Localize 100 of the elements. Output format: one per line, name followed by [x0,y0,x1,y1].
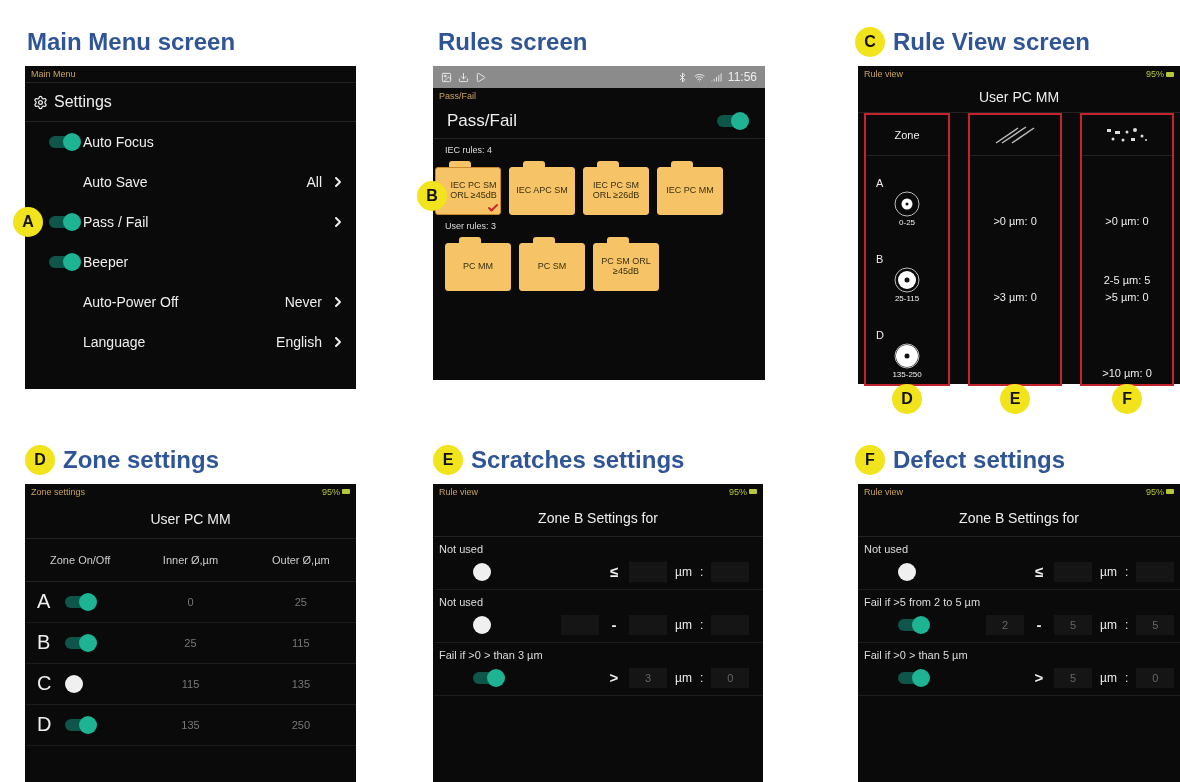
toggle-switch[interactable] [49,256,79,268]
callout-marker: D [25,444,55,475]
battery-level: 95% [729,486,757,497]
unit-label: µm [1100,670,1117,685]
column-header: Outer Ø,µm [272,553,330,566]
rule-description: Fail if >0 > than 5 µm [863,647,969,661]
zone-ring-icon [894,343,921,369]
battery-level: 95% [1146,69,1174,79]
section-heading: Zone settings [63,445,219,474]
unit-label: µm [675,564,692,579]
operator-sign: ≤ [1033,563,1045,581]
settings-icon [33,94,48,110]
column-header: Zone [894,129,920,141]
pass-fail-header: Pass/Fail [447,111,517,131]
screen-title: Rule view [864,69,903,79]
screen-title: Rule view [439,486,478,497]
toggle-switch[interactable] [49,136,79,148]
separator: : [1124,564,1129,579]
rule-description: Not used [438,541,485,555]
separator: : [699,617,704,632]
zone-range: 135-250 [892,369,922,381]
screen-title: Main Menu [31,69,76,79]
inner-diameter: 135 [181,718,200,731]
zone-range: 0-25 [899,217,916,229]
toggle-switch[interactable] [717,115,747,127]
defect-limit: >10 µm: 0 [1102,365,1152,381]
zone-letter: C [37,672,51,696]
rule-description: Not used [438,594,485,608]
menu-value: English [276,334,322,350]
operator-sign: > [1033,669,1045,687]
signal-icon [710,71,722,83]
group-label: IEC rules: 4 [444,144,494,157]
settings-title: Zone B Settings for [858,499,1180,537]
zone-ring-icon [894,191,921,217]
callout-marker: D [892,384,923,414]
inner-diameter: 115 [181,677,200,690]
toggle-switch[interactable] [473,671,503,684]
menu-label[interactable]: Pass / Fail [83,214,330,230]
clock-time: 11:56 [727,70,757,84]
toggle-switch[interactable] [65,636,95,649]
menu-label[interactable]: Auto Focus [83,134,346,150]
menu-label[interactable]: Beeper [83,254,346,270]
rule-description: Not used [863,541,910,555]
wifi-icon [693,71,705,83]
outer-diameter: 25 [294,595,307,608]
download-icon [458,71,469,83]
toggle-switch[interactable] [49,216,79,228]
scratch-limit: >3 µm: 0 [993,289,1037,305]
zone-ring-icon [894,267,921,293]
toggle-switch[interactable] [898,671,928,684]
menu-value: All [306,174,322,190]
defects-icon [1105,126,1150,144]
rule-description: Fail if >0 > than 3 µm [438,647,544,661]
unit-label: µm [675,617,692,632]
zone-range: 25-115 [894,293,920,305]
screen-title: Rule view [864,486,903,497]
separator: : [1124,617,1129,632]
callout-marker: B [417,181,447,211]
zone-letter: D [876,327,884,343]
play-icon [475,71,486,83]
callout-marker: F [1112,384,1143,414]
separator: : [1124,670,1129,685]
toggle-switch[interactable] [65,595,95,608]
section-heading: Scratches settings [471,445,685,474]
menu-label[interactable]: Auto Save [83,174,307,190]
rule-name: User PC MM [25,499,356,539]
defect-limit: >0 µm: 0 [1105,213,1149,229]
callout-marker: F [855,444,885,475]
menu-label[interactable]: Auto-Power Off [83,294,285,310]
toggle-switch[interactable] [898,618,928,631]
outer-diameter: 115 [292,636,310,649]
defect-limit: 2-5 µm: 5 [1103,273,1151,288]
menu-value: Never [284,294,322,310]
menu-label[interactable]: Language [83,334,277,350]
rule-description: Fail if >5 from 2 to 5 µm [863,594,982,608]
settings-title: Zone B Settings for [433,499,763,537]
zone-letter: A [37,590,51,614]
scratch-limit: >0 µm: 0 [993,213,1037,229]
callout-marker: E [1000,384,1031,414]
operator-sign: ≤ [608,563,620,581]
unit-label: µm [675,670,692,685]
separator: : [699,564,704,579]
inner-diameter: 25 [184,636,197,649]
zone-letter: B [37,631,51,655]
check-icon [487,202,499,214]
inner-diameter: 0 [187,595,194,608]
outer-diameter: 135 [291,677,310,690]
section-heading: Rule View screen [893,28,1090,56]
group-label: User rules: 3 [444,220,498,233]
image-icon [441,71,452,83]
column-header: Zone On/Off [50,553,111,566]
section-heading: Main Menu screen [27,28,236,56]
unit-label: µm [1100,564,1117,579]
defect-limit: >5 µm: 0 [1105,289,1149,305]
zone-letter: A [876,175,884,191]
toggle-switch[interactable] [65,718,95,731]
zone-letter: D [37,713,51,737]
callout-marker: E [433,444,463,475]
operator-sign: > [608,669,620,687]
callout-marker: C [855,27,885,57]
